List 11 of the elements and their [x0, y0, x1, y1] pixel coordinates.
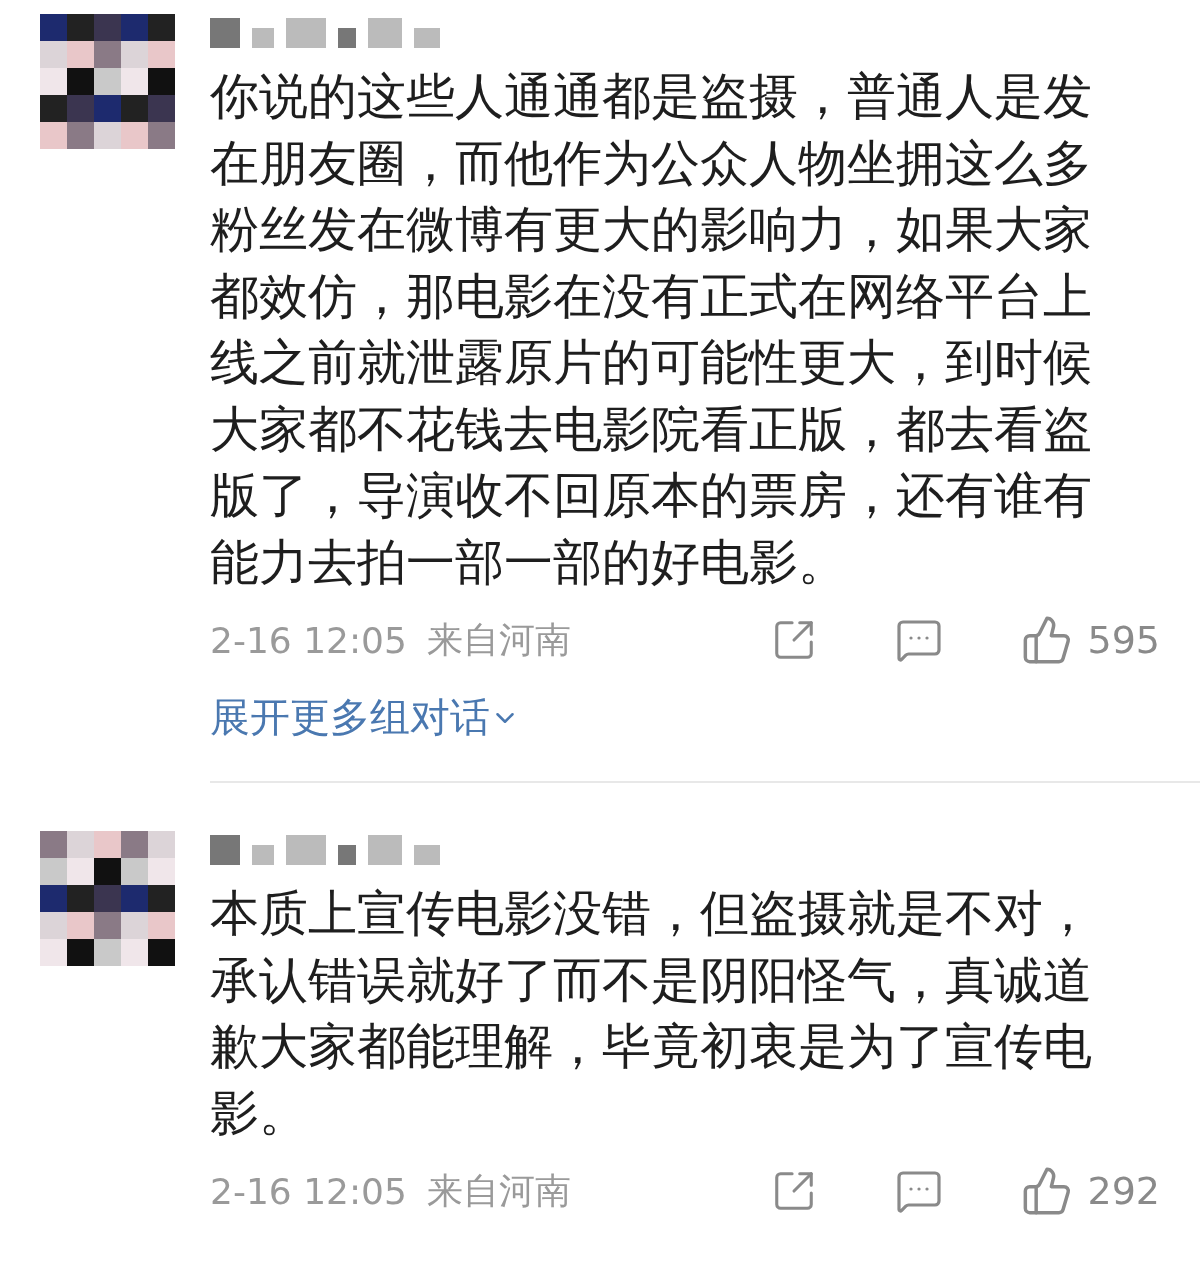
- comment-location: 来自河南: [426, 1168, 571, 1213]
- like-button[interactable]: 292: [1021, 1165, 1160, 1217]
- comment-time: 2-16 12:05: [210, 1170, 407, 1212]
- comment-text: 你说的这些人通通都是盗摄，普通人是发在朋友圈，而他作为公众人物坐拥这么多粉丝发在微博有更大的影响力，如果大家都效仿，那电影在没有正式在网络平台上线之前就泄露原片的可能性更大，到时候大家都不花钱去电影院看正版，都去看盗版了，导演收不回原本的票房，还有谁有能力去拍一部一部的好电影。: [210, 67, 1093, 593]
- comment-location: 来自河南: [426, 617, 571, 662]
- expand-conversation-link[interactable]: 展开更多组对话: [210, 690, 1160, 745]
- avatar[interactable]: [40, 14, 175, 149]
- comment-time: 2-16 12:05: [210, 619, 407, 661]
- avatar[interactable]: [40, 831, 175, 966]
- like-button[interactable]: 595: [1021, 614, 1160, 666]
- comment-text: 本质上宣传电影没错，但盗摄就是不对，承认错误就好了而不是阴阳怪气，真诚道歉大家都能理解，毕竟初衷是为了宣传电影。: [210, 884, 1093, 1144]
